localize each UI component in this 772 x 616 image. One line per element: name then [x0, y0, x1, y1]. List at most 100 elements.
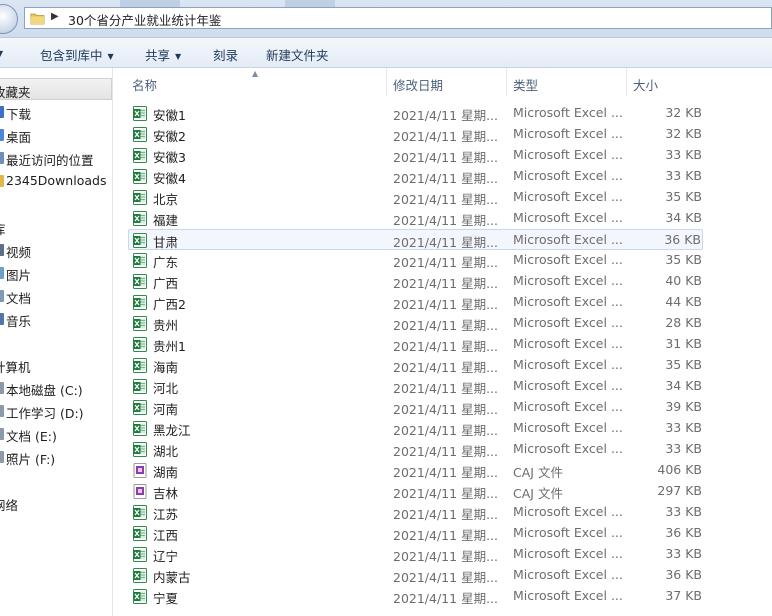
drive-icon	[0, 451, 4, 463]
column-header-size[interactable]: 大小	[627, 68, 772, 96]
file-row[interactable]: 福建 2021/4/11 星期... Microsoft Excel ... 34 K…	[129, 208, 703, 229]
nav-computer[interactable]: 计算机	[0, 354, 112, 376]
file-row[interactable]: 内蒙古 2021/4/11 星期... Microsoft Excel ... 36 …	[129, 565, 703, 586]
nav-label: 计算机	[0, 360, 31, 375]
file-row[interactable]: 北京 2021/4/11 星期... Microsoft Excel ... 35 K…	[129, 187, 703, 208]
file-name: 黑龙江	[153, 423, 191, 438]
new-folder-button[interactable]: 新建文件夹	[266, 45, 329, 64]
nav-favorites[interactable]: 收藏夹	[0, 78, 112, 100]
nav-documents[interactable]: 文档	[0, 285, 112, 307]
excel-file-icon	[133, 253, 147, 268]
nav-2345downloads[interactable]: 2345Downloads	[0, 170, 112, 192]
file-size: 34 KB	[665, 378, 702, 393]
file-size: 406 KB	[657, 462, 702, 477]
file-name: 吉林	[153, 486, 179, 501]
file-name: 内蒙古	[153, 570, 191, 585]
nav-videos[interactable]: 视频	[0, 239, 112, 261]
file-size: 36 KB	[665, 525, 702, 540]
nav-libraries[interactable]: 库	[0, 216, 112, 238]
drive-icon	[0, 382, 4, 394]
column-header-date[interactable]: 修改日期	[387, 68, 507, 96]
file-row[interactable]: 辽宁 2021/4/11 星期... Microsoft Excel ... 33 K…	[129, 544, 703, 565]
file-row[interactable]: 广西2 2021/4/11 星期... Microsoft Excel ... 44 …	[129, 292, 703, 313]
file-row[interactable]: 河北 2021/4/11 星期... Microsoft Excel ... 34 K…	[129, 376, 703, 397]
file-row[interactable]: 安徽3 2021/4/11 星期... Microsoft Excel ... 33 …	[129, 145, 703, 166]
file-type: Microsoft Excel ...	[513, 546, 623, 561]
nav-network[interactable]: 网络	[0, 492, 112, 514]
nav-pictures[interactable]: 图片	[0, 262, 112, 284]
file-type: CAJ 文件	[513, 465, 563, 480]
file-type: Microsoft Excel ...	[513, 315, 623, 330]
file-row[interactable]: 广东 2021/4/11 星期... Microsoft Excel ... 35 K…	[129, 250, 703, 271]
nav-label: 下载	[6, 107, 32, 122]
file-size: 297 KB	[657, 483, 702, 498]
file-type: Microsoft Excel ...	[513, 567, 623, 582]
file-row[interactable]: 安徽2 2021/4/11 星期... Microsoft Excel ... 32 …	[129, 124, 703, 145]
column-header-type[interactable]: 类型	[507, 68, 627, 96]
file-name: 安徽2	[153, 129, 186, 144]
file-name: 安徽3	[153, 150, 186, 165]
file-modified-date: 2021/4/11 星期...	[393, 150, 498, 165]
file-type: Microsoft Excel ...	[513, 357, 623, 372]
file-modified-date: 2021/4/11 星期...	[393, 528, 498, 543]
file-row[interactable]: 贵州1 2021/4/11 星期... Microsoft Excel ... 31 …	[129, 334, 703, 355]
file-type: Microsoft Excel ...	[513, 504, 623, 519]
file-type: Microsoft Excel ...	[513, 252, 623, 267]
nav-desktop[interactable]: 桌面	[0, 124, 112, 146]
file-row[interactable]: 河南 2021/4/11 星期... Microsoft Excel ... 39 K…	[129, 397, 703, 418]
file-row[interactable]: 江西 2021/4/11 星期... Microsoft Excel ... 36 K…	[129, 523, 703, 544]
back-button[interactable]	[0, 4, 18, 34]
nav-drive-f[interactable]: 照片 (F:)	[0, 446, 112, 468]
file-name: 甘肃	[153, 235, 179, 250]
column-header-name[interactable]: 名称	[114, 68, 387, 96]
file-name: 广西2	[153, 297, 186, 312]
excel-file-icon	[133, 505, 147, 520]
file-name: 广西	[153, 276, 179, 291]
nav-drive-e[interactable]: 文档 (E:)	[0, 423, 112, 445]
file-row[interactable]: 海南 2021/4/11 星期... Microsoft Excel ... 35 K…	[129, 355, 703, 376]
organize-dropdown-arrow-icon[interactable]: ▼	[0, 45, 3, 60]
burn-button[interactable]: 刻录	[213, 45, 238, 64]
nav-recent-places[interactable]: 最近访问的位置	[0, 147, 112, 169]
column-header-row: ▲ 名称 修改日期 类型 大小	[114, 68, 772, 96]
column-header-label: 大小	[633, 78, 659, 93]
picture-library-icon	[0, 267, 4, 279]
file-row[interactable]: 江苏 2021/4/11 星期... Microsoft Excel ... 33 K…	[129, 502, 703, 523]
file-row[interactable]: 湖南 2021/4/11 星期... CAJ 文件 406 KB	[129, 460, 703, 481]
file-modified-date: 2021/4/11 星期...	[393, 192, 498, 207]
share-button[interactable]: 共享 ▼	[145, 45, 181, 64]
file-size: 33 KB	[665, 147, 702, 162]
nav-label: 2345Downloads	[6, 173, 107, 188]
nav-music[interactable]: 音乐	[0, 308, 112, 330]
file-row[interactable]: 宁夏 2021/4/11 星期... Microsoft Excel ... 37 K…	[129, 586, 703, 607]
file-modified-date: 2021/4/11 星期...	[393, 318, 498, 333]
file-size: 35 KB	[665, 357, 702, 372]
file-row[interactable]: 黑龙江 2021/4/11 星期... Microsoft Excel ... 33 …	[129, 418, 703, 439]
address-bar[interactable]: ▶ 30个省分产业就业统计年鉴	[24, 7, 772, 29]
file-row[interactable]: 吉林 2021/4/11 星期... CAJ 文件 297 KB	[129, 481, 703, 502]
music-library-icon	[0, 313, 4, 325]
breadcrumb-arrow-icon[interactable]: ▶	[51, 11, 59, 22]
file-modified-date: 2021/4/11 星期...	[393, 423, 498, 438]
file-size: 33 KB	[665, 504, 702, 519]
nav-downloads[interactable]: 下载	[0, 101, 112, 123]
file-name: 湖南	[153, 465, 179, 480]
folder-icon	[0, 175, 4, 187]
file-row[interactable]: 湖北 2021/4/11 星期... Microsoft Excel ... 33 K…	[129, 439, 703, 460]
breadcrumb-current-folder[interactable]: 30个省分产业就业统计年鉴	[68, 10, 221, 29]
file-row[interactable]: 广西 2021/4/11 星期... Microsoft Excel ... 40 K…	[129, 271, 703, 292]
file-modified-date: 2021/4/11 星期...	[393, 465, 498, 480]
file-type: Microsoft Excel ...	[513, 232, 623, 247]
file-row[interactable]: 安徽1 2021/4/11 星期... Microsoft Excel ... 32 …	[129, 103, 703, 124]
include-in-library-button[interactable]: 包含到库中 ▼	[40, 45, 114, 64]
excel-file-icon	[133, 358, 147, 373]
file-row[interactable]: 贵州 2021/4/11 星期... Microsoft Excel ... 28 K…	[129, 313, 703, 334]
file-row[interactable]: 安徽4 2021/4/11 星期... Microsoft Excel ... 33 …	[129, 166, 703, 187]
nav-drive-d[interactable]: 工作学习 (D:)	[0, 400, 112, 422]
file-size: 32 KB	[665, 105, 702, 120]
file-type: Microsoft Excel ...	[513, 105, 623, 120]
nav-label: 库	[0, 219, 6, 238]
file-row[interactable]: 甘肃 2021/4/11 星期... Microsoft Excel ... 36 K…	[128, 229, 703, 250]
file-modified-date: 2021/4/11 星期...	[393, 360, 498, 375]
nav-drive-c[interactable]: 本地磁盘 (C:)	[0, 377, 112, 399]
